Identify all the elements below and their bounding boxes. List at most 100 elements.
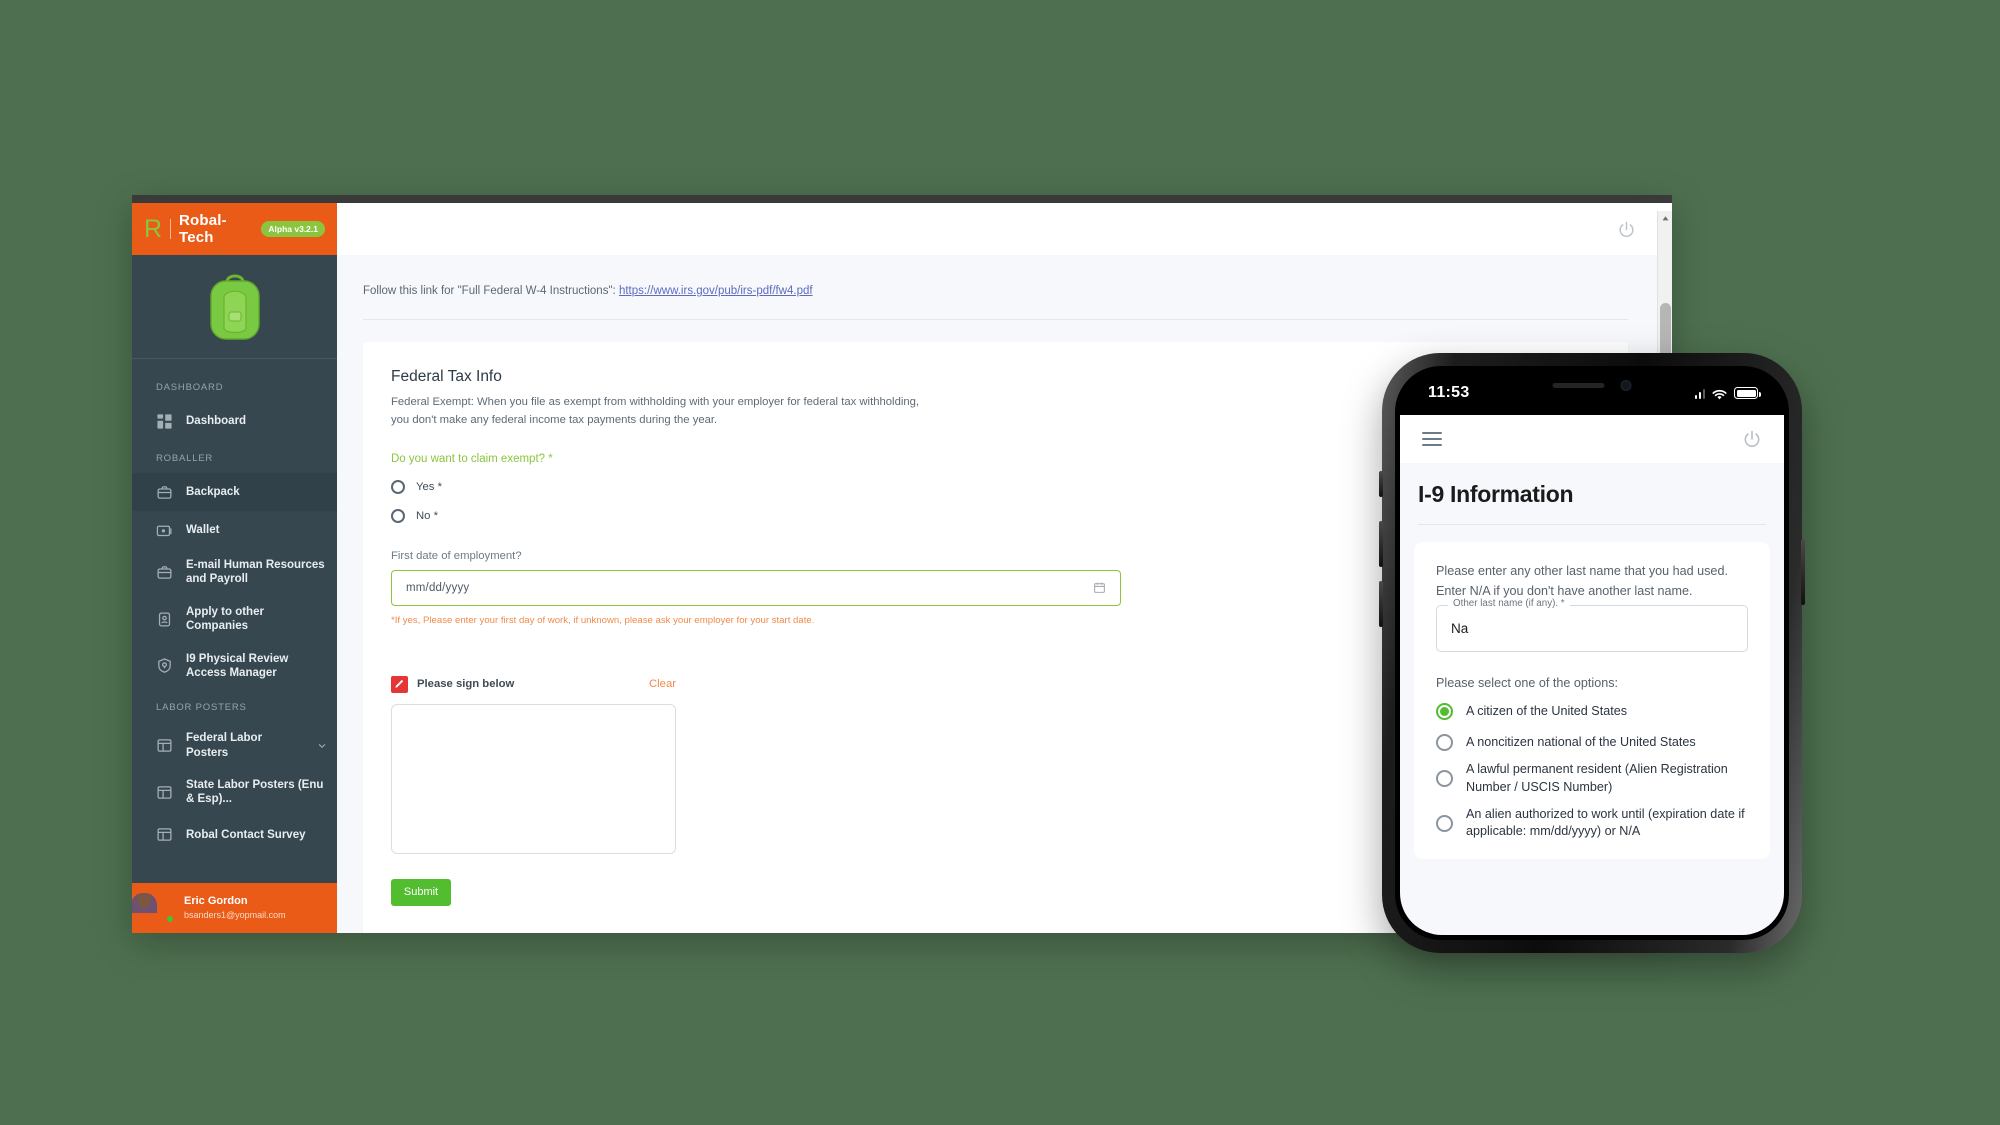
sidebar-item-federal-labor-posters[interactable]: Federal Labor Posters [132, 722, 337, 769]
sidebar-item-state-labor-posters[interactable]: State Labor Posters (Enu & Esp)... [132, 769, 337, 816]
brand-header: R Robal-Tech Alpha v3.2.1 [132, 203, 337, 255]
sidebar-item-label: Backpack [186, 485, 240, 498]
online-status-dot [165, 914, 175, 924]
status-indicators [1694, 387, 1761, 400]
brand-divider [170, 219, 171, 239]
version-badge: Alpha v3.2.1 [261, 221, 325, 237]
other-last-name-label: Other last name (if any). * [1448, 598, 1570, 610]
radio-circle-icon [1436, 814, 1453, 832]
radio-option-permanent-resident[interactable]: A lawful permanent resident (Alien Regis… [1436, 761, 1748, 797]
other-last-name-field[interactable]: Other last name (if any). * Na [1436, 598, 1748, 653]
nav-section-roballer: ROBALLER [156, 453, 214, 464]
radio-label: No * [416, 509, 438, 522]
user-name: Eric Gordon [184, 895, 248, 908]
nav-section-dashboard: DASHBOARD [156, 382, 224, 393]
divider [363, 319, 1628, 320]
sidebar-item-robal-contact-survey[interactable]: Robal Contact Survey [132, 816, 337, 854]
sidebar-item-label: Federal Labor Posters [186, 732, 263, 759]
user-email: bsanders1@yopmail.com [184, 909, 286, 920]
phone-screen: 11:53 I-9 Information Please enter any o… [1400, 371, 1784, 935]
sidebar-item-backpack[interactable]: Backpack [132, 473, 337, 511]
clear-signature-button[interactable]: Clear [649, 678, 676, 690]
description-line-2: you don't make any federal income tax pa… [391, 414, 718, 427]
content-topbar [337, 203, 1672, 255]
volume-down-button[interactable] [1379, 581, 1383, 627]
instructions-line: Follow this link for "Full Federal W-4 I… [363, 279, 1628, 297]
briefcase-icon [156, 564, 173, 581]
description-line-1: Federal Exempt: When you file as exempt … [391, 396, 920, 408]
volume-up-button[interactable] [1379, 521, 1383, 567]
id-badge-icon [156, 611, 173, 628]
sidebar-user-card[interactable]: Eric Gordon bsanders1@yopmail.com [132, 883, 337, 933]
instructions-prefix: Follow this link for "Full Federal W-4 I… [363, 285, 616, 297]
battery-icon [1734, 387, 1761, 399]
phone-power-button[interactable] [1801, 539, 1805, 605]
sidebar-item-i9-physical-review[interactable]: I9 Physical Review Access Manager [132, 643, 337, 690]
phone-app-bar [1400, 415, 1784, 463]
radio-option-noncitizen-national[interactable]: A noncitizen national of the United Stat… [1436, 734, 1748, 752]
phone-status-bar: 11:53 [1400, 371, 1784, 415]
mute-switch[interactable] [1379, 471, 1383, 497]
sidebar-nav: DASHBOARD Dashboard ROBALLER Backpack Wa… [132, 359, 337, 883]
sidebar-item-apply-other-companies[interactable]: Apply to other Companies [132, 596, 337, 643]
layout-icon [156, 737, 173, 754]
sidebar-item-label: State Labor Posters (Enu & Esp)... [186, 779, 324, 806]
power-icon[interactable] [1617, 220, 1636, 239]
sidebar-item-label: Wallet [186, 523, 220, 536]
select-option-question: Please select one of the options: [1436, 676, 1619, 691]
window-title-bar [132, 195, 1672, 203]
nav-section-labor-posters: LABOR POSTERS [156, 702, 247, 714]
phone-mockup: 11:53 I-9 Information Please enter any o… [1379, 353, 1805, 953]
sidebar-item-label: Apply to other Companies [186, 605, 264, 633]
radio-label: A lawful permanent resident (Alien Regis… [1466, 761, 1728, 794]
phone-bezel: 11:53 I-9 Information Please enter any o… [1395, 366, 1789, 940]
radio-circle-selected-icon [1436, 703, 1453, 721]
chevron-down-icon[interactable] [317, 741, 327, 751]
backpack-icon [209, 274, 260, 340]
phone-page-body: I-9 Information Please enter any other l… [1400, 463, 1784, 935]
status-time: 11:53 [1428, 384, 1470, 401]
sidebar-item-label: I9 Physical Review Access Manager [186, 652, 289, 679]
scroll-up-arrow-icon[interactable] [1658, 211, 1672, 226]
briefcase-icon [156, 484, 173, 501]
radio-label: A noncitizen national of the United Stat… [1466, 734, 1696, 749]
card-description: Federal Exempt: When you file as exempt … [391, 393, 1011, 430]
sidebar-item-label: Dashboard [186, 414, 247, 427]
grid-icon [156, 413, 173, 430]
radio-option-alien-authorized[interactable]: An alien authorized to work until (expir… [1436, 806, 1748, 842]
avatar [144, 893, 175, 924]
sidebar-item-label: E-mail Human Resources and Payroll [186, 559, 325, 586]
signature-pen-icon [391, 675, 408, 693]
submit-button[interactable]: Submit [391, 878, 451, 906]
w4-instructions-link[interactable]: https://www.irs.gov/pub/irs-pdf/fw4.pdf [619, 285, 813, 297]
robal-logo-icon: R [144, 214, 163, 243]
radio-label: An alien authorized to work until (expir… [1466, 806, 1745, 839]
radio-label: Yes * [416, 480, 442, 493]
radio-circle-icon [391, 508, 405, 523]
first-date-input[interactable]: mm/dd/yyyy [391, 569, 1121, 606]
intro-text-clipped [363, 267, 1628, 279]
other-last-name-value: Na [1451, 621, 1469, 637]
i9-form-card: Please enter any other last name that yo… [1414, 542, 1770, 860]
sidebar-item-dashboard[interactable]: Dashboard [132, 402, 337, 440]
sidebar-item-label: Robal Contact Survey [186, 828, 306, 841]
phone-divider [1418, 524, 1766, 525]
sidebar-item-wallet[interactable]: Wallet [132, 511, 337, 549]
signature-canvas[interactable] [391, 703, 676, 854]
sidebar: R Robal-Tech Alpha v3.2.1 DASHBOARD Dash… [132, 203, 337, 933]
backpack-illustration [132, 255, 337, 359]
sidebar-item-email-hr-payroll[interactable]: E-mail Human Resources and Payroll [132, 549, 337, 596]
date-placeholder-text: mm/dd/yyyy [406, 581, 470, 594]
power-icon[interactable] [1742, 429, 1762, 449]
phone-notch [1514, 371, 1670, 399]
cellular-signal-icon [1694, 388, 1705, 399]
brand-name: Robal-Tech [178, 212, 227, 246]
shield-check-icon [156, 657, 173, 674]
calendar-icon[interactable] [1093, 581, 1106, 594]
hamburger-icon[interactable] [1422, 432, 1442, 446]
wallet-icon [156, 522, 173, 539]
radio-option-citizen[interactable]: A citizen of the United States [1436, 703, 1748, 721]
signature-label: Please sign below [417, 678, 515, 691]
radio-label: A citizen of the United States [1466, 704, 1628, 719]
wifi-icon [1712, 388, 1727, 400]
